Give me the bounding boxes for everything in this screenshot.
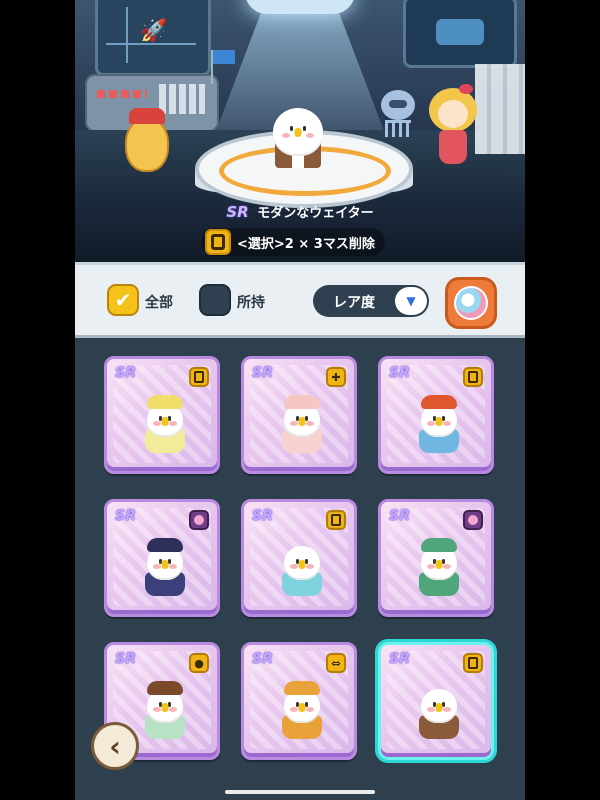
chocolate-top: [147, 681, 183, 695]
card-rarity: SR: [252, 508, 273, 524]
owned-checkbox[interactable]: [199, 284, 231, 316]
square-skill-icon: [463, 653, 483, 673]
card-rarity: SR: [252, 365, 273, 381]
home-indicator[interactable]: [225, 790, 375, 794]
sort-dropdown[interactable]: レア度 ▼: [313, 285, 429, 317]
character-name: モダンなウェイター: [257, 206, 374, 221]
hat: [147, 395, 183, 409]
console-lights: [97, 90, 147, 98]
character-card[interactable]: SR: [378, 356, 494, 474]
npc-robot-character: [381, 90, 415, 120]
character-card[interactable]: SR: [241, 499, 357, 617]
character-avatar: [421, 689, 457, 723]
rocket-icon: 🚀: [140, 19, 168, 44]
robot-legs: [385, 120, 411, 137]
beret: [421, 395, 457, 409]
card-rarity: SR: [389, 508, 410, 524]
character-card[interactable]: SR ✚: [241, 356, 357, 474]
back-button[interactable]: ‹: [91, 722, 139, 770]
cross-skill-icon: ✚: [326, 367, 346, 387]
dots-skill-icon: ●: [189, 653, 209, 673]
square-skill-icon: [326, 510, 346, 530]
hat: [284, 395, 320, 409]
npc-girl-character: [429, 84, 477, 166]
character-name-line: SR モダンなウェイター: [75, 202, 525, 221]
avatar-eye: [303, 126, 306, 132]
hat: [147, 538, 183, 552]
character-avatar: [284, 546, 320, 580]
avatar-eye: [290, 126, 293, 132]
all-checkbox[interactable]: ✔: [107, 284, 139, 316]
bud-skill-icon: [189, 510, 209, 530]
card-rarity: SR: [252, 651, 273, 667]
character-card[interactable]: SR: [378, 499, 494, 617]
chevron-left-icon: ‹: [109, 729, 121, 763]
sort-label: レア度: [333, 295, 375, 311]
character-card[interactable]: SR: [104, 499, 220, 617]
mushroom-cap: [284, 681, 320, 695]
console-keypad: [159, 84, 205, 114]
square-skill-icon: [189, 367, 209, 387]
character-card-selected[interactable]: SR: [378, 642, 494, 760]
gacha-capsule-icon: [454, 286, 488, 320]
card-rarity: SR: [389, 651, 410, 667]
character-card[interactable]: SR: [104, 356, 220, 474]
ceiling-lamp: [245, 0, 355, 14]
flag-icon: [211, 50, 235, 84]
monitor-display: [436, 19, 484, 45]
npc-lion-character: [125, 108, 169, 172]
avatar-beak: [294, 128, 302, 138]
girl-bow: [459, 84, 473, 94]
card-rarity: SR: [389, 365, 410, 381]
girl-dress: [439, 130, 467, 164]
selected-character-avatar[interactable]: [273, 108, 323, 156]
square-skill-icon: [463, 367, 483, 387]
filter-bar: ✔ 全部 所持 レア度 ▼: [75, 262, 525, 338]
rarity-badge: SR: [226, 203, 249, 221]
avatar-cheek: [306, 132, 314, 138]
card-rarity: SR: [115, 365, 136, 381]
owned-label: 所持: [237, 295, 265, 311]
character-skill: <選択>2 × 3マス削除: [201, 228, 385, 256]
avatar-cheek: [282, 132, 290, 138]
card-rarity: SR: [115, 651, 136, 667]
skill-description: <選択>2 × 3マス削除: [237, 236, 375, 252]
character-stage: 🚀 SR モダンなウェイター <選択>2 × 3マス削除: [75, 0, 525, 262]
bud-skill-icon: [463, 510, 483, 530]
lr-arrow-skill-icon: ⇔: [326, 653, 346, 673]
chevron-down-icon: ▼: [395, 287, 427, 315]
girl-face: [438, 100, 468, 128]
character-grid: SR SR ✚ SR SR SR SR SR ● SR ⇔ SR: [75, 338, 525, 800]
character-card[interactable]: SR ⇔: [241, 642, 357, 760]
wall-screen-rocket: 🚀: [95, 0, 211, 76]
checkmark-icon: ✔: [114, 288, 132, 312]
square-skill-icon: [205, 229, 231, 255]
app-frame: 🚀 SR モダンなウェイター <選択>2 × 3マス削除 ✔ 全部 所持 レア度…: [75, 0, 525, 800]
gacha-button[interactable]: [445, 277, 497, 329]
all-label: 全部: [145, 295, 173, 311]
screen-line: [126, 7, 128, 63]
wall-screen-monitor: [403, 0, 517, 68]
clothes-rack: [475, 64, 525, 154]
card-rarity: SR: [115, 508, 136, 524]
dragon-hood: [421, 538, 457, 552]
